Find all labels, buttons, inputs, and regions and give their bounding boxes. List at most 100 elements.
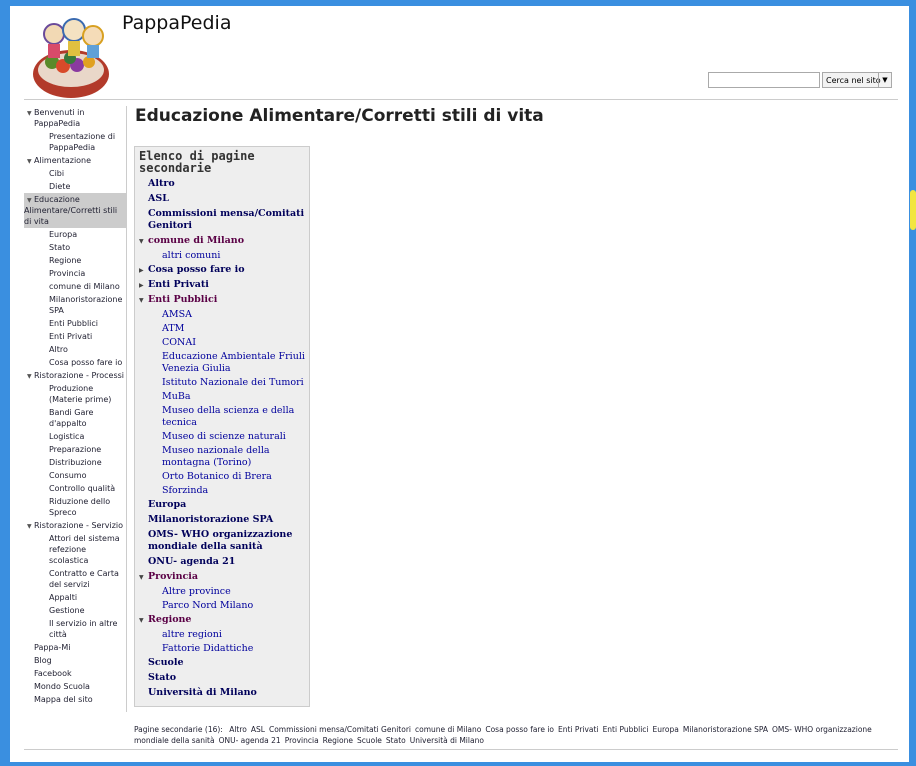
collapsed-arrow-icon[interactable]: ▶ (139, 265, 144, 277)
sidebar-item[interactable]: Logistica (24, 430, 126, 443)
footer-subpage-link[interactable]: Scuole (357, 736, 382, 745)
subpage-link[interactable]: Museo della scienza e della tecnica (135, 405, 309, 429)
sidebar-item[interactable]: Blog (24, 654, 126, 667)
sidebar-item[interactable]: Pappa-Mi (24, 641, 126, 654)
footer-subpage-link[interactable]: Stato (386, 736, 406, 745)
sidebar-item[interactable]: Consumo (24, 469, 126, 482)
sidebar-item[interactable]: Enti Privati (24, 330, 126, 343)
footer-subpage-link[interactable]: Commissioni mensa/Comitati Genitori (269, 725, 411, 734)
sidebar-item[interactable]: Presentazione di PappaPedia (24, 130, 126, 154)
subpage-link[interactable]: Educazione Ambientale Friuli Venezia Giu… (135, 351, 309, 375)
sidebar-item[interactable]: Mappa del sito (24, 693, 126, 706)
sidebar-item[interactable]: ▼ Benvenuti in PappaPedia (24, 106, 126, 130)
footer-subpage-link[interactable]: Enti Privati (558, 725, 599, 734)
subpage-link[interactable]: Orto Botanico di Brera (135, 471, 309, 483)
expanded-arrow-icon[interactable]: ▼ (139, 572, 144, 584)
search-input[interactable] (708, 72, 820, 88)
expand-arrow-icon[interactable]: ▼ (27, 521, 32, 532)
sidebar-item[interactable]: Contratto e Carta del servizi (24, 567, 126, 591)
subpage-link[interactable]: Commissioni mensa/Comitati Genitori (135, 208, 309, 232)
expanded-arrow-icon[interactable]: ▼ (139, 615, 144, 627)
subpage-link[interactable]: Scuole (135, 657, 309, 669)
subpage-link[interactable]: Altre province (135, 586, 309, 598)
subpage-link[interactable]: Museo di scienze naturali (135, 431, 309, 443)
subpage-link[interactable]: ATM (135, 323, 309, 335)
subpage-link[interactable]: MuBa (135, 391, 309, 403)
subpage-link[interactable]: ▶ Enti Privati (135, 279, 309, 291)
subpage-link[interactable]: Altro (135, 178, 309, 190)
sidebar-item[interactable]: Provincia (24, 267, 126, 280)
sidebar-item[interactable]: Diete (24, 180, 126, 193)
sidebar-item[interactable]: ▼ Ristorazione - Servizio (24, 519, 126, 532)
subpage-link[interactable]: Stato (135, 672, 309, 684)
sidebar-item[interactable]: Stato (24, 241, 126, 254)
subpage-link[interactable]: Europa (135, 499, 309, 511)
footer-subpage-link[interactable]: Cosa posso fare io (485, 725, 554, 734)
chevron-down-icon[interactable]: ▼ (878, 73, 891, 87)
sidebar-item[interactable]: Milanoristorazione SPA (24, 293, 126, 317)
sidebar-item[interactable]: Gestione (24, 604, 126, 617)
sidebar-item[interactable]: Regione (24, 254, 126, 267)
sidebar-item[interactable]: Altro (24, 343, 126, 356)
sidebar-item[interactable]: Distribuzione (24, 456, 126, 469)
pappapedia-logo[interactable] (30, 14, 112, 100)
expand-arrow-icon[interactable]: ▼ (27, 371, 32, 382)
subpage-link[interactable]: ▼ Provincia (135, 571, 309, 583)
subpage-link[interactable]: ▼ Regione (135, 614, 309, 626)
sidebar-item[interactable]: ▼ Ristorazione - Processi (24, 369, 126, 382)
sidebar-item[interactable]: Preparazione (24, 443, 126, 456)
footer-subpage-link[interactable]: Provincia (285, 736, 319, 745)
subpage-link[interactable]: Università di Milano (135, 687, 309, 699)
sidebar-item[interactable]: Facebook (24, 667, 126, 680)
expand-arrow-icon[interactable]: ▼ (27, 108, 32, 119)
sidebar-item[interactable]: Mondo Scuola (24, 680, 126, 693)
subpage-link[interactable]: OMS- WHO organizzazione mondiale della s… (135, 529, 309, 553)
footer-subpage-link[interactable]: Università di Milano (410, 736, 484, 745)
subpage-link[interactable]: ASL (135, 193, 309, 205)
expanded-arrow-icon[interactable]: ▼ (139, 295, 144, 307)
expand-arrow-icon[interactable]: ▼ (27, 156, 32, 167)
subpage-link[interactable]: Istituto Nazionale dei Tumori (135, 377, 309, 389)
expand-arrow-icon[interactable]: ▼ (27, 195, 32, 206)
sidebar-item[interactable]: ▼ Educazione Alimentare/Corretti stili di… (24, 193, 126, 228)
subpage-link[interactable]: Milanoristorazione SPA (135, 514, 309, 526)
search-button[interactable]: Cerca nel sito ▼ (822, 72, 892, 88)
sidebar-item[interactable]: ▼ Alimentazione (24, 154, 126, 167)
footer-subpage-link[interactable]: Altro (229, 725, 247, 734)
expanded-arrow-icon[interactable]: ▼ (139, 236, 144, 248)
subpage-link[interactable]: CONAI (135, 337, 309, 349)
subpage-link[interactable]: altri comuni (135, 250, 309, 262)
footer-subpage-link[interactable]: Enti Pubblici (603, 725, 649, 734)
footer-subpage-link[interactable]: ASL (251, 725, 265, 734)
subpage-link[interactable]: ▼ comune di Milano (135, 235, 309, 247)
sidebar-item[interactable]: Europa (24, 228, 126, 241)
sidebar-item[interactable]: Cosa posso fare io (24, 356, 126, 369)
footer-subpage-link[interactable]: Regione (323, 736, 353, 745)
sidebar-item[interactable]: Il servizio in altre città (24, 617, 126, 641)
sidebar-item[interactable]: Produzione (Materie prime) (24, 382, 126, 406)
subpage-link[interactable]: Museo nazionale della montagna (Torino) (135, 445, 309, 469)
subpage-link[interactable]: ONU- agenda 21 (135, 556, 309, 568)
sidebar-item[interactable]: Bandi Gare d'appalto (24, 406, 126, 430)
subpage-link[interactable]: Sforzinda (135, 485, 309, 497)
sidebar-item[interactable]: Controllo qualità (24, 482, 126, 495)
sidebar-item[interactable]: Cibi (24, 167, 126, 180)
sidebar-item[interactable]: Riduzione dello Spreco (24, 495, 126, 519)
footer-subpage-link[interactable]: ONU- agenda 21 (219, 736, 281, 745)
footer-subpage-link[interactable]: Europa (653, 725, 679, 734)
subpage-link[interactable]: ▼ Enti Pubblici (135, 294, 309, 306)
collapsed-arrow-icon[interactable]: ▶ (139, 280, 144, 292)
sidebar-item-label: Bandi Gare d'appalto (49, 408, 94, 428)
sidebar-item[interactable]: Appalti (24, 591, 126, 604)
footer-subpage-link[interactable]: comune di Milano (415, 725, 481, 734)
subpage-link[interactable]: Fattorie Didattiche (135, 643, 309, 655)
sidebar-item[interactable]: Enti Pubblici (24, 317, 126, 330)
subpage-link[interactable]: AMSA (135, 309, 309, 321)
subpage-link[interactable]: ▶ Cosa posso fare io (135, 264, 309, 276)
sidebar-item[interactable]: Attori del sistema refezione scolastica (24, 532, 126, 567)
sidebar-item[interactable]: comune di Milano (24, 280, 126, 293)
footer-subpage-link[interactable]: Milanoristorazione SPA (683, 725, 768, 734)
subpage-link[interactable]: Parco Nord Milano (135, 600, 309, 612)
site-title[interactable]: PappaPedia (122, 12, 231, 34)
subpage-link[interactable]: altre regioni (135, 629, 309, 641)
